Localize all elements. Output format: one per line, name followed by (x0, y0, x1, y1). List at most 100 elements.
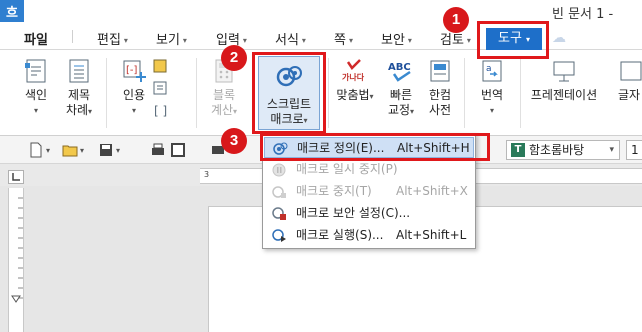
dictionary-icon (427, 58, 453, 84)
chevron-down-icon: ▾ (123, 36, 128, 45)
menu-macro-security[interactable]: 매크로 보안 설정(C)... (264, 203, 474, 224)
translate-label: 번역 (480, 88, 504, 102)
font-size-select[interactable]: 1 (626, 140, 642, 160)
spellcheck-icon: 가나다 (342, 58, 368, 84)
document-title: 빈 문서 1 - (552, 7, 614, 22)
quote-button[interactable]: [-] 인용 ▾ (114, 58, 154, 118)
svg-text:[ ]: [ ] (154, 104, 167, 118)
autocorrect-icon-text: ABC (388, 62, 411, 73)
run-macro-label: 매크로 실행(S)... (296, 228, 384, 242)
chevron-down-icon: ▾ (88, 107, 93, 116)
stop-macro-shortcut: Alt+Shift+X (396, 184, 468, 198)
menu-edit-label: 편집 (97, 33, 121, 48)
open-folder-icon[interactable] (62, 142, 78, 158)
hancom-dict-label-2: 사전 (428, 103, 452, 117)
menu-format[interactable]: 서식 ▾ (275, 29, 306, 48)
chevron-down-icon[interactable]: ▾ (80, 142, 90, 158)
ribbon-divider (520, 58, 521, 128)
run-macro-shortcut: Alt+Shift+L (396, 228, 467, 242)
glyph-label: 글자 (618, 88, 641, 102)
cloud-icon[interactable]: ☁ (552, 30, 570, 46)
menu-view-label: 보기 (156, 33, 180, 48)
bracket-icon[interactable]: [ ] (152, 102, 168, 118)
print-preview-icon[interactable] (170, 142, 186, 158)
table-of-contents-icon (66, 58, 92, 84)
menu-security-label: 보안 (381, 33, 405, 48)
translate-button[interactable]: a 번역 ▾ (476, 58, 508, 118)
spellcheck-label: 맞춤법 (336, 88, 370, 102)
note-icon[interactable] (152, 58, 168, 74)
ribbon-divider (464, 58, 465, 128)
translate-icon: a (479, 58, 505, 84)
spellcheck-button[interactable]: 가나다 맞춤법▾ (334, 58, 376, 104)
new-document-icon[interactable] (28, 142, 44, 158)
ribbon-divider (196, 58, 197, 128)
citation-icon: [-] (121, 58, 147, 84)
chevron-down-icon: ▾ (182, 36, 187, 45)
menu-view[interactable]: 보기 ▾ (156, 29, 187, 48)
font-name-select[interactable]: T 함초롬바탕 ▾ (506, 140, 620, 160)
index-button[interactable]: 색인 ▾ (18, 58, 54, 118)
svg-text:[-]: [-] (126, 65, 138, 76)
chevron-down-icon: ▾ (348, 36, 353, 45)
vertical-ruler[interactable] (8, 188, 24, 332)
chevron-down-icon: ▾ (233, 107, 238, 116)
pause-macro-label: 매크로 일시 중지(P) (296, 162, 398, 176)
print-icon[interactable] (150, 142, 166, 158)
presentation-button[interactable]: 프레젠테이션 (528, 58, 600, 103)
chevron-down-icon: ▾ (609, 145, 614, 155)
menu-file-label: 파일 (24, 33, 48, 48)
svg-text:a: a (486, 64, 492, 74)
chevron-down-icon: ▾ (466, 36, 471, 45)
toc-label-2: 차례 (65, 103, 89, 117)
ruler-ticks (11, 197, 23, 303)
chevron-down-icon[interactable]: ▾ (46, 142, 56, 158)
menu-page-label: 쪽 (334, 33, 346, 48)
pause-icon (272, 162, 287, 177)
chevron-down-icon: ▾ (242, 36, 247, 45)
ribbon-divider (328, 58, 329, 128)
stop-macro-label: 매크로 중지(T) (296, 184, 372, 198)
menu-stop-macro[interactable]: 매크로 중지(T) Alt+Shift+X (264, 181, 474, 202)
glyph-button[interactable]: 글자 (618, 58, 642, 103)
ruler-mark: 3 (204, 170, 210, 179)
tab-stop-selector[interactable] (8, 170, 24, 184)
bookmark-icon[interactable] (152, 80, 168, 96)
quick-correct-label-2: 교정 (387, 103, 411, 117)
title-bar: 흐 빈 문서 1 - (0, 0, 642, 22)
menu-run-macro[interactable]: 매크로 실행(S)... Alt+Shift+L (264, 225, 474, 246)
hancom-dictionary-button[interactable]: 한컴 사전 (424, 58, 456, 118)
menu-page[interactable]: 쪽 ▾ (334, 29, 353, 48)
glyph-icon (618, 58, 642, 84)
chevron-down-icon: ▾ (489, 106, 494, 115)
macro-security-icon (272, 206, 287, 221)
font-size-value: 1 (631, 143, 639, 157)
menu-review-label: 검토 (440, 33, 464, 48)
chevron-down-icon: ▾ (407, 36, 412, 45)
block-calc-label-1: 블록 (212, 88, 236, 102)
menu-edit[interactable]: 편집 ▾ (97, 29, 128, 48)
ribbon-divider (106, 58, 107, 128)
callout-box-script-macro (252, 52, 326, 134)
font-name-value: 함초롬바탕 (529, 143, 585, 157)
chevron-down-icon: ▾ (33, 106, 38, 115)
menu-file[interactable]: 파일 (24, 29, 48, 48)
toc-button[interactable]: 제목 차례▾ (60, 58, 98, 119)
chevron-down-icon: ▾ (301, 36, 306, 45)
quick-correct-button[interactable]: ABC 빠른 교정▾ (384, 58, 418, 119)
index-label: 색인 (24, 88, 48, 102)
stop-macro-icon (272, 184, 287, 199)
save-icon[interactable] (98, 142, 114, 158)
presentation-label: 프레젠테이션 (530, 88, 598, 102)
block-calc-label-2: 계산 (210, 103, 234, 117)
spellcheck-icon-text: 가나다 (342, 72, 365, 82)
chevron-down-icon: ▾ (369, 92, 374, 101)
app-logo-icon: 흐 (0, 0, 24, 22)
macro-security-label: 매크로 보안 설정(C)... (296, 206, 411, 220)
menu-security[interactable]: 보안 ▾ (381, 29, 412, 48)
quote-label: 인용 (122, 88, 146, 102)
run-macro-icon (272, 228, 287, 243)
chevron-down-icon[interactable]: ▾ (116, 142, 126, 158)
menu-pause-macro[interactable]: 매크로 일시 중지(P) (264, 159, 474, 180)
toc-label-1: 제목 (67, 88, 91, 102)
